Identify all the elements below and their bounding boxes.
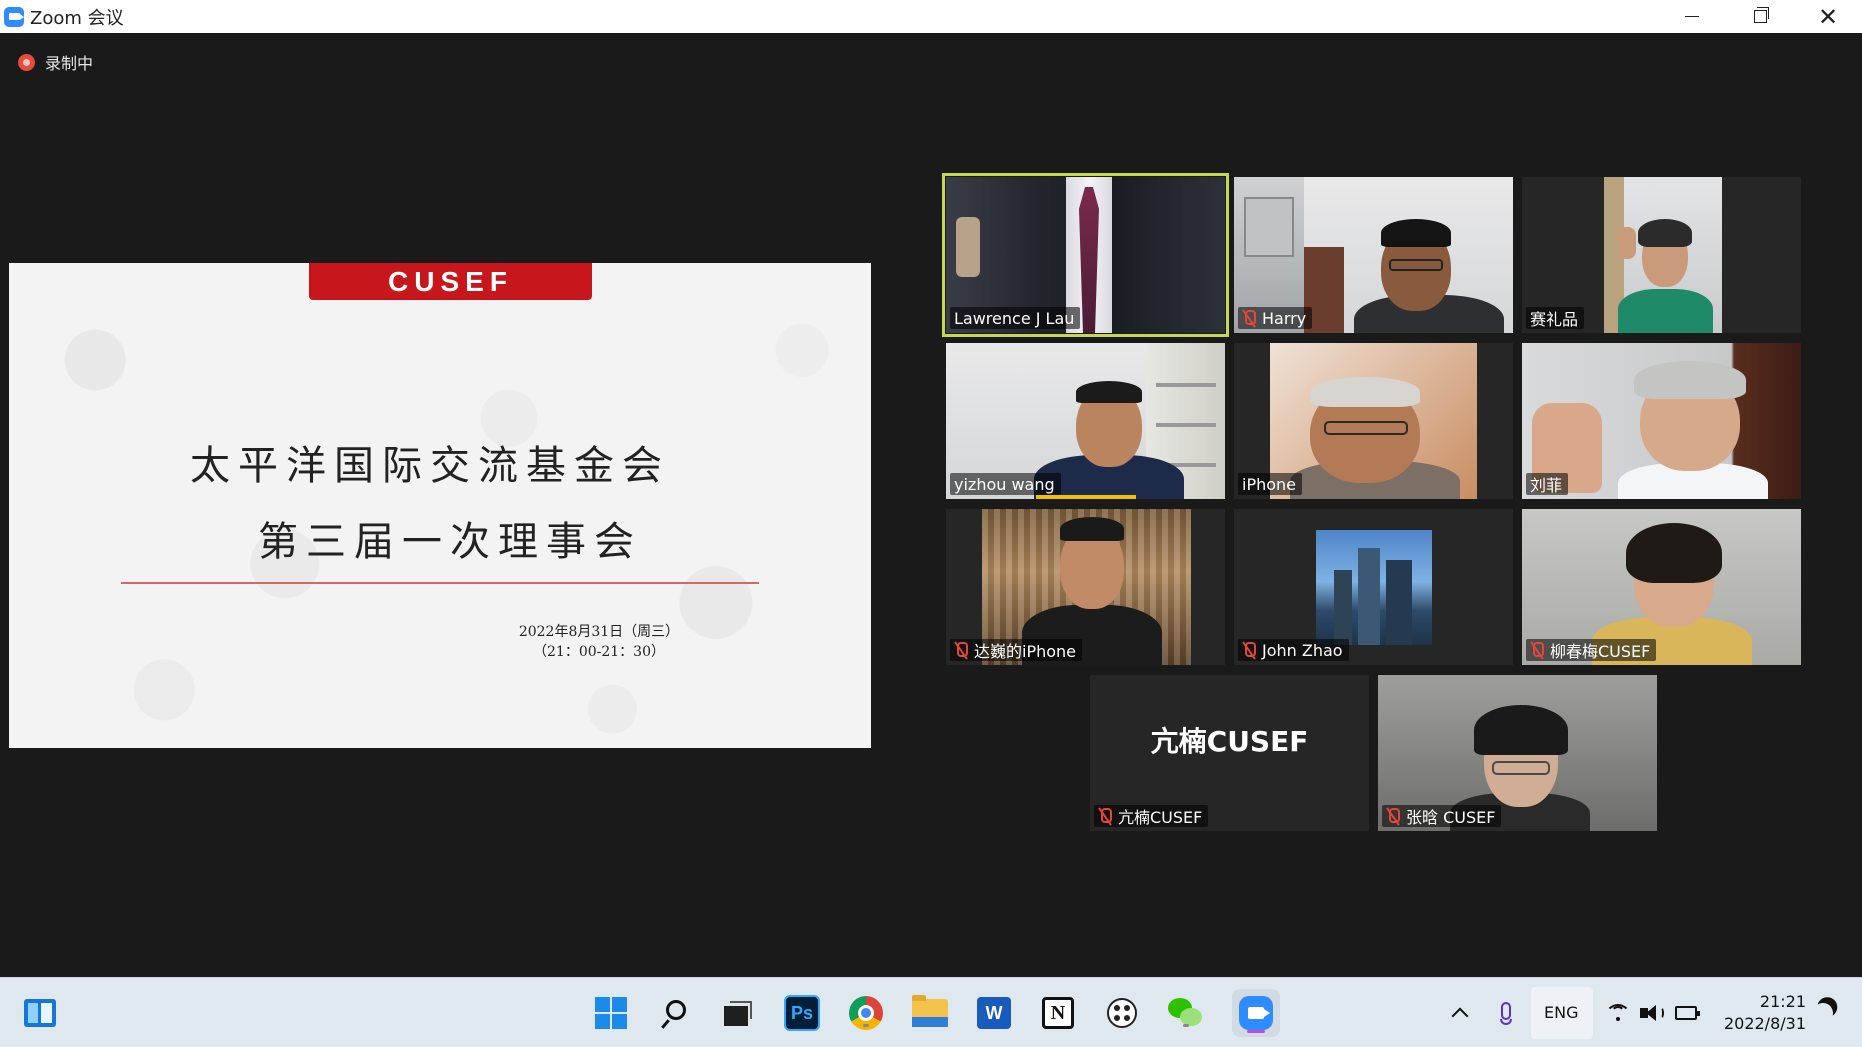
restore-button[interactable]: [1726, 0, 1794, 33]
zoom-icon[interactable]: [1232, 989, 1280, 1037]
participant-tile[interactable]: 赛礼品: [1522, 177, 1801, 333]
record-icon: [18, 53, 35, 71]
connect-icon[interactable]: [1104, 995, 1140, 1031]
muted-mic-icon: [1242, 309, 1256, 327]
avatar-image: [1316, 530, 1432, 645]
participant-tile[interactable]: Harry: [1234, 177, 1513, 333]
participant-name-tag: iPhone: [1238, 473, 1303, 495]
microphone-icon[interactable]: [1488, 995, 1524, 1031]
search-icon[interactable]: [656, 995, 692, 1031]
slide-divider: [121, 582, 759, 584]
slide-brand-banner: CUSEF: [309, 263, 592, 300]
wifi-icon[interactable]: [1600, 995, 1636, 1031]
participant-tile[interactable]: 亢楠CUSEF 亢楠CUSEF: [1090, 675, 1369, 831]
show-hidden-icons-chevron-icon[interactable]: [1442, 995, 1478, 1031]
volume-icon[interactable]: [1634, 995, 1670, 1031]
talking-indicator: [1036, 495, 1136, 499]
file-explorer-icon[interactable]: [912, 995, 948, 1031]
close-button[interactable]: ✕: [1794, 0, 1862, 33]
slide-title-line2: 第三届一次理事会: [258, 519, 642, 565]
window-controls: ✕: [1658, 0, 1862, 33]
slide-date: 2022年8月31日（周三）: [518, 624, 680, 640]
widgets-icon[interactable]: [22, 995, 58, 1031]
recording-indicator[interactable]: 录制中: [18, 50, 93, 74]
participant-tile[interactable]: yizhou wang: [946, 343, 1225, 499]
participant-tile[interactable]: 刘菲: [1522, 343, 1801, 499]
muted-mic-icon: [1386, 807, 1400, 825]
participant-name-tag: Harry: [1238, 307, 1313, 329]
video-feed: [1604, 177, 1722, 333]
participant-name-tag: 赛礼品: [1526, 307, 1585, 329]
chrome-icon[interactable]: [848, 995, 884, 1031]
windows-taskbar: Ps W N ENG 21:21 2022/8/31: [0, 977, 1862, 1047]
participant-tile[interactable]: 达巍的iPhone: [946, 509, 1225, 665]
participant-name-tag: 刘菲: [1526, 473, 1569, 495]
participant-name-tag: Lawrence J Lau: [950, 307, 1081, 329]
zoom-app-icon: [4, 6, 24, 27]
battery-icon[interactable]: [1668, 995, 1704, 1031]
minimize-icon: [1685, 15, 1699, 18]
recording-label: 录制中: [45, 54, 94, 73]
shared-screen-slide[interactable]: CUSEF 太平洋国际交流基金会 第三届一次理事会 2022年8月31日（周三）…: [9, 263, 871, 748]
notion-icon[interactable]: N: [1040, 995, 1076, 1031]
wechat-icon[interactable]: [1168, 995, 1204, 1031]
participant-name-tag: 张晗 CUSEF: [1382, 805, 1502, 827]
clock-time[interactable]: 21:21: [1760, 992, 1806, 1011]
participant-name-tag: 达巍的iPhone: [950, 639, 1083, 661]
muted-mic-icon: [1242, 641, 1256, 659]
clock-date[interactable]: 2022/8/31: [1724, 1014, 1806, 1033]
participant-tile[interactable]: Lawrence J Lau: [942, 173, 1229, 337]
participant-name-tag: 柳春梅CUSEF: [1526, 639, 1657, 661]
participant-tile[interactable]: 张晗 CUSEF: [1378, 675, 1657, 831]
participant-name-tag: John Zhao: [1238, 639, 1349, 661]
start-icon[interactable]: [593, 995, 629, 1031]
slide-title-line1: 太平洋国际交流基金会: [190, 443, 670, 489]
participant-tile[interactable]: 柳春梅CUSEF: [1522, 509, 1801, 665]
slide-time: （21：00-21：30）: [533, 644, 665, 660]
participant-name-tag: 亢楠CUSEF: [1094, 805, 1209, 827]
muted-mic-icon: [1530, 641, 1544, 659]
muted-mic-icon: [1098, 807, 1112, 825]
muted-mic-icon: [954, 641, 968, 659]
minimize-button[interactable]: [1658, 0, 1726, 33]
restore-icon: [1753, 7, 1769, 23]
task-view-icon[interactable]: [718, 995, 754, 1031]
focus-assist-moon-icon[interactable]: [1808, 995, 1844, 1031]
window-title: Zoom 会议: [30, 7, 124, 29]
participant-tile[interactable]: John Zhao: [1234, 509, 1513, 665]
photoshop-icon[interactable]: Ps: [784, 995, 820, 1031]
language-label: ENG: [1544, 1003, 1579, 1022]
participant-avatar-name: 亢楠CUSEF: [1150, 725, 1309, 758]
window-titlebar: Zoom 会议 ✕: [0, 0, 1862, 33]
word-icon[interactable]: W: [976, 995, 1012, 1031]
participant-tile[interactable]: iPhone: [1234, 343, 1513, 499]
participant-name-tag: yizhou wang: [950, 473, 1061, 495]
